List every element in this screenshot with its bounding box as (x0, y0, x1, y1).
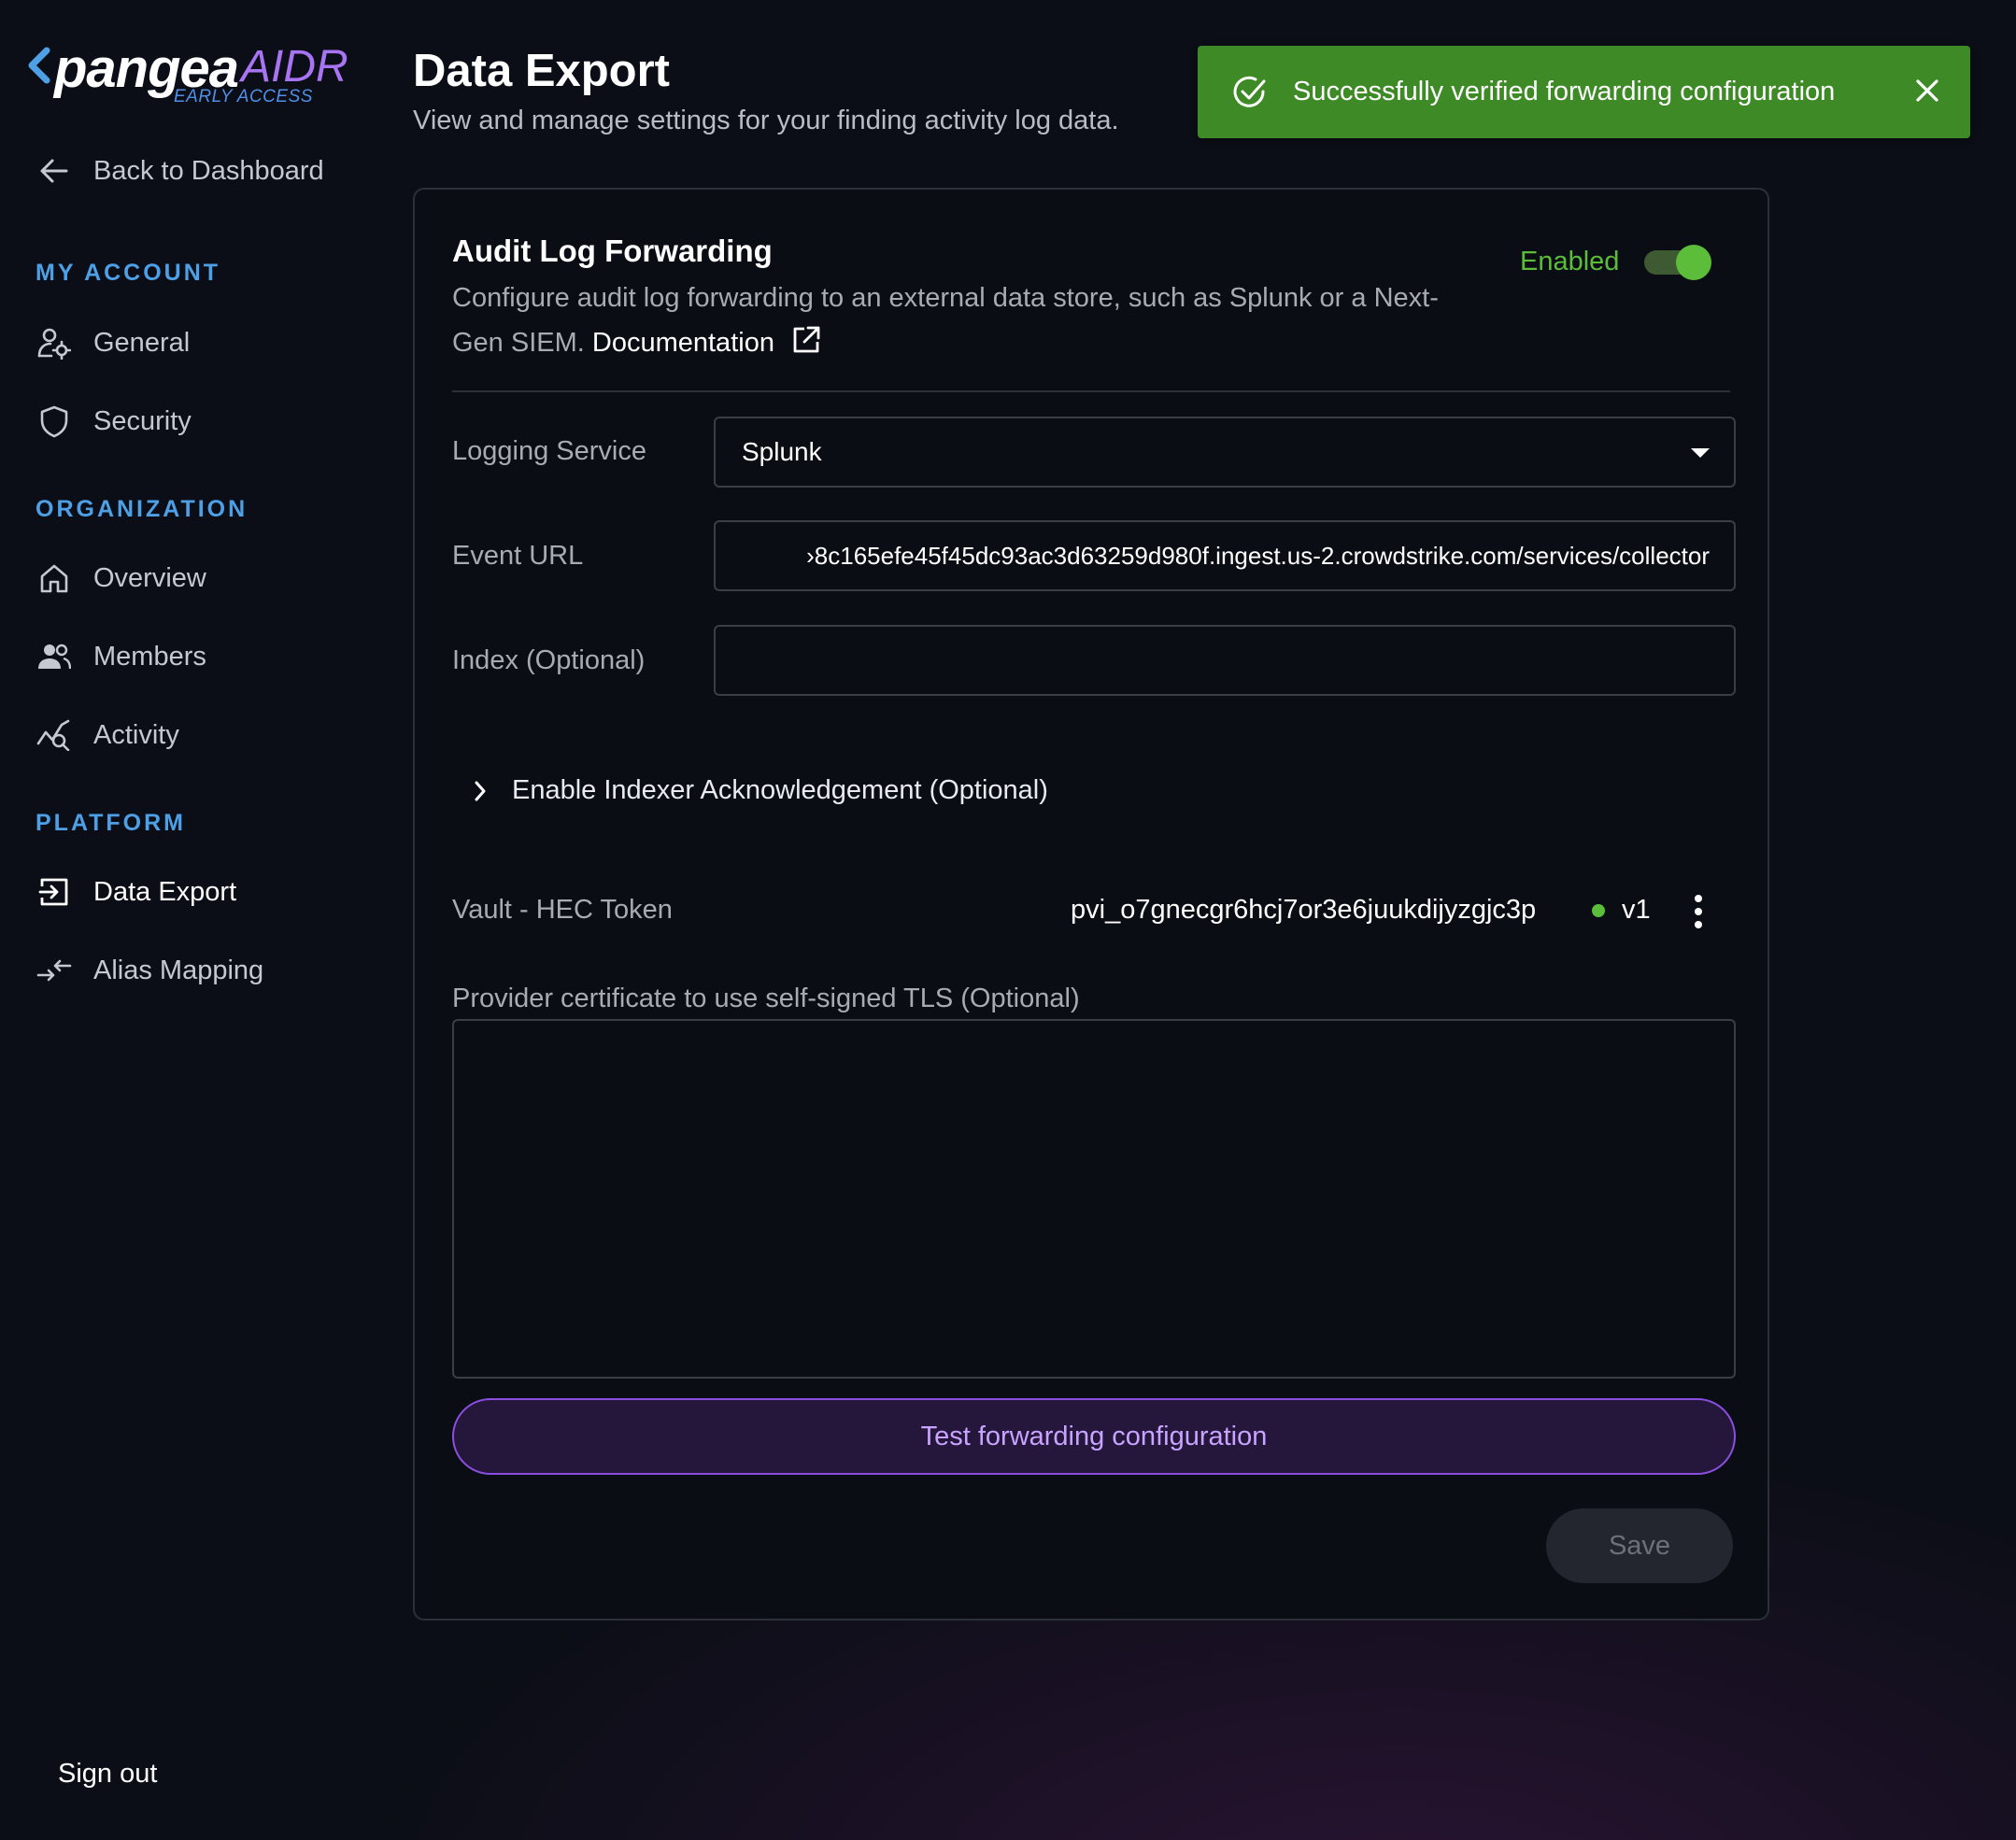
index-label: Index (Optional) (452, 645, 646, 675)
card-description: Configure audit log forwarding to an ext… (452, 276, 1489, 365)
check-circle-icon (1231, 74, 1269, 111)
back-to-dashboard-label: Back to Dashboard (93, 155, 324, 186)
back-to-dashboard-link[interactable]: Back to Dashboard (35, 148, 324, 194)
external-link-icon (793, 326, 820, 353)
close-icon[interactable] (1912, 76, 1942, 106)
activity-chart-icon (35, 716, 73, 754)
toast-message: Successfully verified forwarding configu… (1293, 77, 1836, 106)
sidebar-item-label: General (93, 327, 191, 358)
swap-arrows-icon (35, 952, 73, 989)
more-options-icon[interactable] (1687, 893, 1710, 930)
status-dot (1592, 904, 1605, 917)
section-organization: ORGANIZATION (35, 496, 248, 522)
sidebar-item-label: Data Export (93, 876, 237, 907)
chevron-right-icon (473, 779, 488, 803)
user-gear-icon (35, 324, 73, 361)
toggle-knob (1676, 245, 1711, 280)
vault-token-version: v1 (1622, 895, 1651, 925)
certificate-label: Provider certificate to use self-signed … (452, 984, 1080, 1013)
sidebar-item-label: Alias Mapping (93, 955, 264, 985)
sidebar-item-label: Members (93, 641, 206, 672)
sidebar-item-alias-mapping[interactable]: Alias Mapping (35, 947, 263, 994)
card-title: Audit Log Forwarding (452, 234, 773, 268)
early-access-badge: EARLY ACCESS (174, 87, 313, 106)
sign-out-button[interactable]: Sign out (58, 1759, 157, 1790)
sidebar-item-members[interactable]: Members (35, 633, 206, 680)
enabled-label: Enabled (1520, 247, 1620, 276)
section-platform: PLATFORM (35, 810, 187, 836)
export-icon (35, 873, 73, 911)
sidebar-item-label: Activity (93, 719, 179, 750)
divider (452, 390, 1730, 392)
sidebar-item-data-export[interactable]: Data Export (35, 869, 236, 915)
success-toast: Successfully verified forwarding configu… (1198, 46, 1970, 138)
event-url-label: Event URL (452, 541, 584, 571)
sidebar-item-overview[interactable]: Overview (35, 555, 206, 602)
event-url-input[interactable]: ›8c165efe45f45dc93ac3d63259d980f.ingest.… (714, 520, 1736, 591)
shield-icon (35, 403, 73, 440)
logo-product: AIDR (241, 42, 348, 92)
certificate-textarea[interactable] (452, 1019, 1736, 1379)
sidebar-item-security[interactable]: Security (35, 398, 192, 445)
test-forwarding-button[interactable]: Test forwarding configuration (452, 1398, 1736, 1475)
vault-token-value: pvi_o7gnecgr6hcj7or3e6juukdijyzgjc3p (1071, 895, 1537, 925)
sidebar-item-label: Security (93, 405, 192, 436)
documentation-label: Documentation (591, 328, 774, 358)
save-button[interactable]: Save (1546, 1508, 1733, 1583)
sidebar-item-general[interactable]: General (35, 319, 190, 366)
sidebar-item-label: Overview (93, 562, 206, 593)
page-subtitle: View and manage settings for your findin… (413, 106, 1119, 135)
documentation-link[interactable]: Documentation (591, 326, 821, 358)
arrow-left-icon (35, 152, 73, 190)
logging-service-label: Logging Service (452, 436, 646, 466)
indexer-ack-label: Enable Indexer Acknowledgement (Optional… (512, 775, 1048, 805)
users-icon (35, 638, 73, 675)
logo-chevron-icon (28, 47, 50, 84)
sidebar-item-activity[interactable]: Activity (35, 712, 179, 758)
page-title: Data Export (413, 46, 671, 96)
logging-service-value: Splunk (742, 437, 822, 466)
enabled-toggle[interactable] (1644, 245, 1713, 280)
logo: pangea AIDR EARLY ACCESS (26, 37, 362, 112)
home-icon (35, 559, 73, 597)
logging-service-select[interactable]: Splunk (714, 417, 1736, 488)
section-my-account: MY ACCOUNT (35, 260, 221, 286)
vault-token-label: Vault - HEC Token (452, 895, 673, 925)
event-url-value: ›8c165efe45f45dc93ac3d63259d980f.ingest.… (806, 541, 1710, 570)
caret-down-icon (1691, 448, 1710, 458)
indexer-ack-expander[interactable]: Enable Indexer Acknowledgement (Optional… (473, 775, 1048, 806)
index-input[interactable] (714, 625, 1736, 696)
